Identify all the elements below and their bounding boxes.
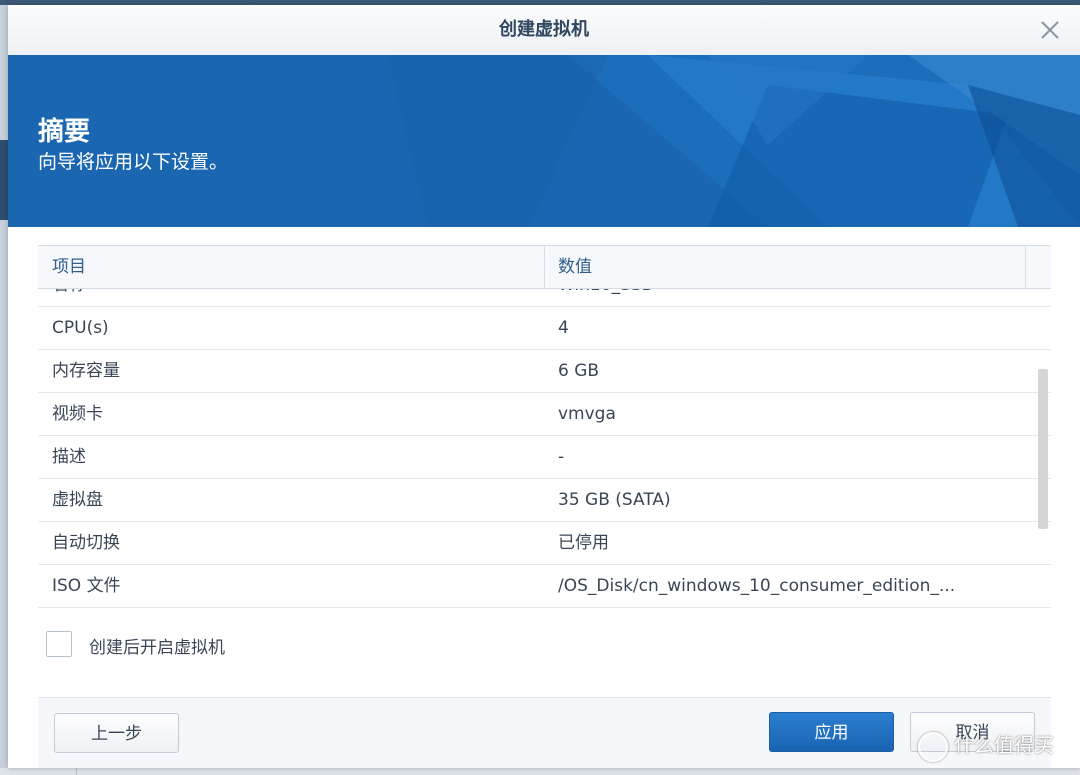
watermark: 什么值得买 [918,729,1054,769]
row-item: 虚拟盘 [52,490,103,510]
row-value: 4 [558,318,569,338]
table-row[interactable]: ISO 文件 /OS_Disk/cn_windows_10_consumer_e… [38,565,1051,608]
dialog-footer [38,698,1051,768]
column-header-item[interactable]: 项目 [52,246,86,288]
column-header-value[interactable]: 数值 [558,246,592,288]
banner-background-graphic [8,55,1080,227]
apply-button[interactable]: 应用 [769,712,894,752]
row-item: 视频卡 [52,404,103,424]
summary-table: 项目 数值 名称 Win10_SSD CPU(s) 4 内存容量 6 GB [38,245,1051,614]
row-item: CPU(s) [52,318,109,338]
background-app-bottom [0,768,1080,775]
column-separator[interactable] [1025,246,1026,288]
watermark-logo-icon [918,731,948,762]
previous-button[interactable]: 上一步 [54,713,179,753]
banner-subtitle: 向导将应用以下设置。 [38,151,229,173]
row-item: 内存容量 [52,361,120,381]
row-value: 35 GB (SATA) [558,490,671,510]
table-row[interactable]: CPU(s) 4 [38,307,1051,350]
create-vm-dialog: 创建虚拟机 摘要 向导将应用以下设置。 项目 数值 CPU(s) 4 内存容量 … [8,5,1080,768]
dialog-title: 创建虚拟机 [499,19,589,40]
table-header: 项目 数值 [38,246,1051,289]
row-value: 6 GB [558,361,600,381]
background-app-panel [0,140,8,220]
row-value: 已停用 [558,533,609,553]
scrollbar-thumb[interactable] [1038,369,1048,529]
summary-banner: 摘要 向导将应用以下设置。 [8,55,1080,227]
table-rows: 名称 Win10_SSD CPU(s) 4 内存容量 6 GB 视频卡 vmvg… [38,289,1051,608]
power-on-checkbox[interactable] [46,631,72,657]
row-value: - [558,447,565,467]
watermark-text: 什么值得买 [954,733,1054,757]
table-row[interactable]: 视频卡 vmvga [38,393,1051,436]
dialog-titlebar: 创建虚拟机 [8,5,1080,56]
close-icon[interactable] [1038,18,1062,42]
table-scrollbar[interactable] [1038,369,1048,529]
table-row[interactable]: 描述 - [38,436,1051,479]
row-item: 描述 [52,447,86,467]
row-value: /OS_Disk/cn_windows_10_consumer_edition_… [558,576,956,596]
banner-title: 摘要 [38,117,91,147]
table-row[interactable]: 内存容量 6 GB [38,350,1051,393]
table-body: 名称 Win10_SSD CPU(s) 4 内存容量 6 GB 视频卡 vmvg… [38,289,1051,614]
row-item: ISO 文件 [52,576,121,596]
row-value: Win10_SSD [558,289,1006,306]
column-separator[interactable] [544,246,545,288]
power-on-label[interactable]: 创建后开启虚拟机 [89,633,225,658]
background-divider [76,768,77,775]
table-row[interactable]: 名称 Win10_SSD [38,289,1051,307]
table-row[interactable]: 自动切换 已停用 [38,522,1051,565]
row-item: 名称 [52,289,532,306]
row-value: vmvga [558,404,616,424]
table-row[interactable]: 虚拟盘 35 GB (SATA) [38,479,1051,522]
row-item: 自动切换 [52,533,120,553]
